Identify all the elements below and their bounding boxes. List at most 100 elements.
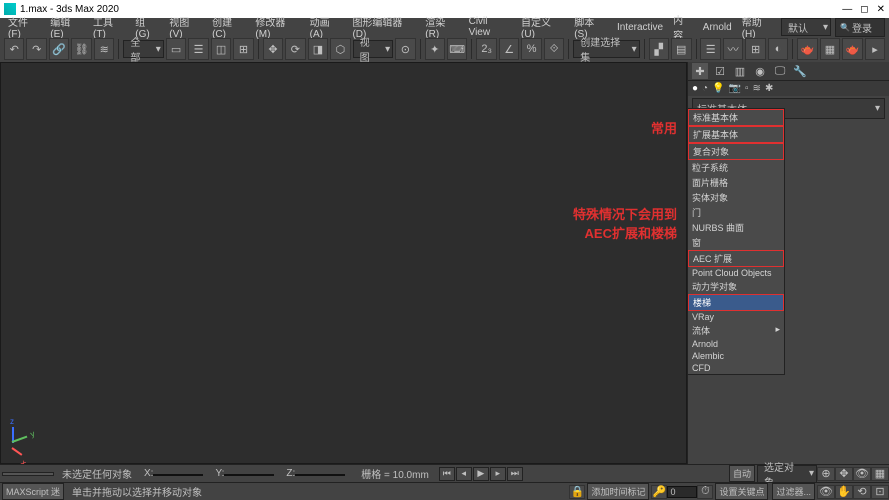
menu-edit[interactable]: 编辑(E) [46, 14, 87, 40]
maxscript-label[interactable]: MAXScript 迷 [2, 483, 64, 500]
nav-icon-6[interactable]: ✋ [835, 485, 853, 499]
geometry-icon[interactable]: ● [692, 83, 698, 94]
signin-button[interactable]: 登录 [835, 18, 885, 37]
menu-item-9[interactable]: AEC 扩展 [688, 250, 784, 267]
menu-arnold[interactable]: Arnold [699, 22, 736, 33]
selection-filter-dropdown[interactable]: 全部 [123, 40, 163, 58]
menu-view[interactable]: 视图(V) [165, 14, 206, 40]
keyfilters-button[interactable]: 过滤器... [772, 483, 815, 500]
menu-item-7[interactable]: NURBS 曲面 [688, 220, 784, 235]
move-button[interactable]: ✥ [263, 38, 283, 60]
menu-item-11[interactable]: 动力学对象 [688, 279, 784, 294]
link-button[interactable]: 🔗 [49, 38, 69, 60]
refcoord-dropdown[interactable]: 视图 [353, 40, 393, 58]
menu-rendering[interactable]: 渲染(R) [421, 14, 462, 40]
nav-icon-5[interactable]: 👁 [817, 485, 835, 499]
placement-button[interactable]: ⬡ [330, 38, 350, 60]
nav-icon-2[interactable]: ✥ [835, 467, 853, 481]
systems-icon[interactable]: ✱ [765, 83, 773, 94]
script-listener[interactable] [2, 472, 54, 476]
undo-button[interactable]: ↶ [4, 38, 24, 60]
menu-item-2[interactable]: 复合对象 [688, 143, 784, 160]
angle-snap-button[interactable]: ∠ [499, 38, 519, 60]
mirror-button[interactable]: ▞ [649, 38, 669, 60]
menu-modifiers[interactable]: 修改器(M) [251, 14, 303, 40]
coord-x-input[interactable] [153, 474, 203, 476]
menu-item-17[interactable]: CFD [688, 362, 784, 374]
setkey-button[interactable]: 设置关键点 [715, 483, 768, 500]
select-button[interactable]: ▭ [166, 38, 186, 60]
modify-tab-icon[interactable]: ☑ [712, 63, 728, 79]
align-button[interactable]: ▤ [671, 38, 691, 60]
pivot-button[interactable]: ⊙ [395, 38, 415, 60]
manipulate-button[interactable]: ✦ [425, 38, 445, 60]
keyboard-button[interactable]: ⌨ [447, 38, 467, 60]
play-button[interactable]: ▶ [473, 467, 489, 481]
menu-item-4[interactable]: 面片栅格 [688, 175, 784, 190]
curve-editor-button[interactable]: 〰 [723, 38, 743, 60]
cameras-icon[interactable]: 📷 [729, 83, 741, 94]
lights-icon[interactable]: 💡 [712, 83, 724, 94]
menu-item-14[interactable]: 流体 [688, 323, 784, 338]
goto-start-button[interactable]: ⏮ [439, 467, 455, 481]
schematic-button[interactable]: ⊞ [745, 38, 765, 60]
menu-item-15[interactable]: Arnold [688, 338, 784, 350]
menu-create[interactable]: 创建(C) [208, 14, 249, 40]
menu-item-0[interactable]: 标准基本体 [688, 109, 784, 126]
window-crossing-button[interactable]: ⊞ [233, 38, 253, 60]
spacewarps-icon[interactable]: ≋ [753, 83, 761, 94]
menu-tools[interactable]: 工具(T) [89, 14, 129, 40]
key-icon[interactable]: 🔑 [651, 485, 667, 499]
create-tab-icon[interactable]: ✚ [692, 63, 708, 79]
select-name-button[interactable]: ☰ [188, 38, 208, 60]
menu-interactive[interactable]: Interactive [613, 22, 667, 33]
material-button[interactable]: ◐ [768, 38, 788, 60]
timeconfig-icon[interactable]: ⏱ [697, 485, 713, 499]
maximize-button[interactable]: ◻ [860, 4, 868, 15]
percent-snap-button[interactable]: % [521, 38, 541, 60]
display-tab-icon[interactable]: 🖵 [772, 63, 788, 79]
bind-button[interactable]: ≋ [94, 38, 114, 60]
menu-item-10[interactable]: Point Cloud Objects [688, 267, 784, 279]
menu-animation[interactable]: 动画(A) [306, 14, 347, 40]
menu-item-3[interactable]: 粒子系统 [688, 160, 784, 175]
coord-y-input[interactable] [224, 474, 274, 476]
autokey-button[interactable]: 自动 [729, 465, 755, 482]
minimize-button[interactable]: — [842, 4, 852, 15]
menu-item-16[interactable]: Alembic [688, 350, 784, 362]
next-frame-button[interactable]: ▸ [490, 467, 506, 481]
menu-item-5[interactable]: 实体对象 [688, 190, 784, 205]
frame-input[interactable]: 0 [667, 486, 697, 498]
nav-icon-1[interactable]: ⊕ [817, 467, 835, 481]
nav-icon-7[interactable]: ⟲ [853, 485, 871, 499]
helpers-icon[interactable]: ▫ [745, 83, 749, 94]
workspace-label[interactable]: 默认 [781, 18, 831, 36]
spinner-snap-button[interactable]: ⟐ [544, 38, 564, 60]
nav-icon-3[interactable]: 👁 [853, 467, 871, 481]
lock-icon[interactable]: 🔒 [569, 485, 585, 499]
render-prod-button[interactable]: ▸ [865, 38, 885, 60]
render-button[interactable]: 🫖 [842, 38, 862, 60]
nav-icon-4[interactable]: ▦ [871, 467, 889, 481]
shapes-icon[interactable]: ◔ [702, 83, 708, 94]
timetag-button[interactable]: 添加时间标记 [587, 483, 649, 500]
menu-customize[interactable]: 自定义(U) [517, 14, 568, 40]
scale-button[interactable]: ◨ [308, 38, 328, 60]
menu-item-12[interactable]: 楼梯 [688, 294, 784, 311]
prev-frame-button[interactable]: ◂ [456, 467, 472, 481]
keyfilter-dropdown[interactable]: 选定对象 [757, 465, 817, 483]
menu-file[interactable]: 文件(F) [4, 14, 44, 40]
select-region-button[interactable]: ◫ [211, 38, 231, 60]
render-setup-button[interactable]: 🫖 [797, 38, 817, 60]
menu-item-6[interactable]: 门 [688, 205, 784, 220]
menu-civilview[interactable]: Civil View [465, 16, 515, 38]
snap-button[interactable]: 2₃ [476, 38, 496, 60]
utilities-tab-icon[interactable]: 🔧 [792, 63, 808, 79]
named-selection-dropdown[interactable]: 创建选择集 [573, 40, 639, 58]
motion-tab-icon[interactable]: ◉ [752, 63, 768, 79]
menu-item-13[interactable]: VRay [688, 311, 784, 323]
menu-item-1[interactable]: 扩展基本体 [688, 126, 784, 143]
layer-button[interactable]: ☰ [700, 38, 720, 60]
redo-button[interactable]: ↷ [26, 38, 46, 60]
hierarchy-tab-icon[interactable]: ▥ [732, 63, 748, 79]
